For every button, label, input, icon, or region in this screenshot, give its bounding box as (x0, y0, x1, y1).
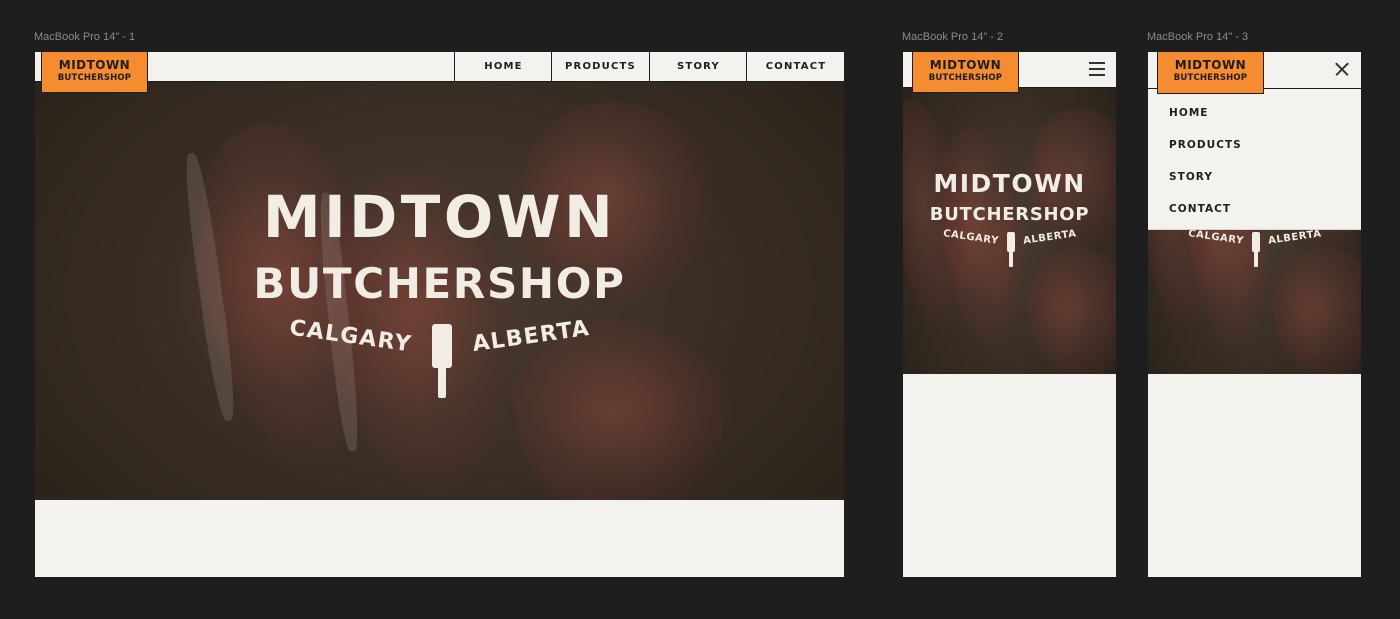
desktop-header: HOME PRODUCTS STORY CONTACT (34, 51, 845, 82)
frame-label-mobile-menu: MacBook Pro 14" - 3 (1147, 31, 1249, 43)
menu-hero-city: CALGARY (1187, 228, 1245, 247)
mobile-frame: MIDTOWN BUTCHERSHOP CALGARY ALBERTA MIDT… (902, 51, 1117, 578)
mobile-nav-home[interactable]: HOME (1169, 107, 1209, 119)
mobile-hero-title-butchershop: BUTCHERSHOP (929, 204, 1090, 225)
nav-contact[interactable]: CONTACT (746, 51, 845, 81)
mobile-site-logo[interactable]: MIDTOWN BUTCHERSHOP (912, 51, 1019, 93)
mobile-nav-menu: HOME PRODUCTS STORY CONTACT (1147, 88, 1362, 230)
nav-story[interactable]: STORY (649, 51, 747, 81)
mobile-cleaver-icon (1006, 232, 1015, 267)
mobile-nav-products[interactable]: PRODUCTS (1169, 139, 1242, 151)
hero-title-midtown: MIDTOWN (262, 183, 617, 251)
mobile-logo-line2: BUTCHERSHOP (928, 73, 1003, 83)
menu-site-logo[interactable]: MIDTOWN BUTCHERSHOP (1157, 51, 1264, 94)
nav-products[interactable]: PRODUCTS (551, 51, 649, 81)
hero-title-butchershop: BUTCHERSHOP (253, 259, 626, 308)
mobile-nav-story[interactable]: STORY (1169, 171, 1213, 183)
hamburger-icon[interactable] (1089, 62, 1105, 76)
frame-label-mobile: MacBook Pro 14" - 2 (902, 31, 1004, 43)
menu-cleaver-icon (1251, 232, 1260, 267)
mobile-hero-city: CALGARY (942, 228, 1000, 247)
mobile-hero-section: MIDTOWN BUTCHERSHOP CALGARY ALBERTA (902, 88, 1117, 374)
mobile-hero-title-midtown: MIDTOWN (933, 169, 1086, 198)
hero-province: ALBERTA (470, 315, 592, 358)
mobile-hero-province: ALBERTA (1022, 228, 1077, 247)
logo-line1: MIDTOWN (58, 58, 131, 72)
mobile-menu-frame: MIDTOWN BUTCHERSHOP CALGARY ALBERTA HOME… (1147, 51, 1362, 578)
frame-label-desktop: MacBook Pro 14" - 1 (34, 31, 136, 43)
hero-title: MIDTOWN BUTCHERSHOP CALGARY ALBERTA (34, 183, 845, 398)
menu-logo-line1: MIDTOWN (1174, 58, 1247, 72)
logo-line2: BUTCHERSHOP (57, 73, 132, 83)
menu-logo-line2: BUTCHERSHOP (1173, 73, 1248, 83)
mobile-logo-line1: MIDTOWN (929, 58, 1002, 72)
hero-city: CALGARY (287, 315, 414, 358)
mobile-hero-title: MIDTOWN BUTCHERSHOP CALGARY ALBERTA (902, 169, 1117, 267)
close-icon[interactable] (1334, 61, 1350, 77)
hero-section: MIDTOWN BUTCHERSHOP CALGARY ALBERTA (34, 82, 845, 500)
nav-home[interactable]: HOME (454, 51, 552, 81)
cleaver-icon (431, 324, 452, 398)
menu-hero-province: ALBERTA (1267, 228, 1322, 247)
mobile-nav-contact[interactable]: CONTACT (1169, 203, 1231, 215)
site-logo[interactable]: MIDTOWN BUTCHERSHOP (41, 51, 148, 93)
desktop-frame: MIDTOWN BUTCHERSHOP CALGARY ALBERTA HOME… (34, 51, 845, 578)
